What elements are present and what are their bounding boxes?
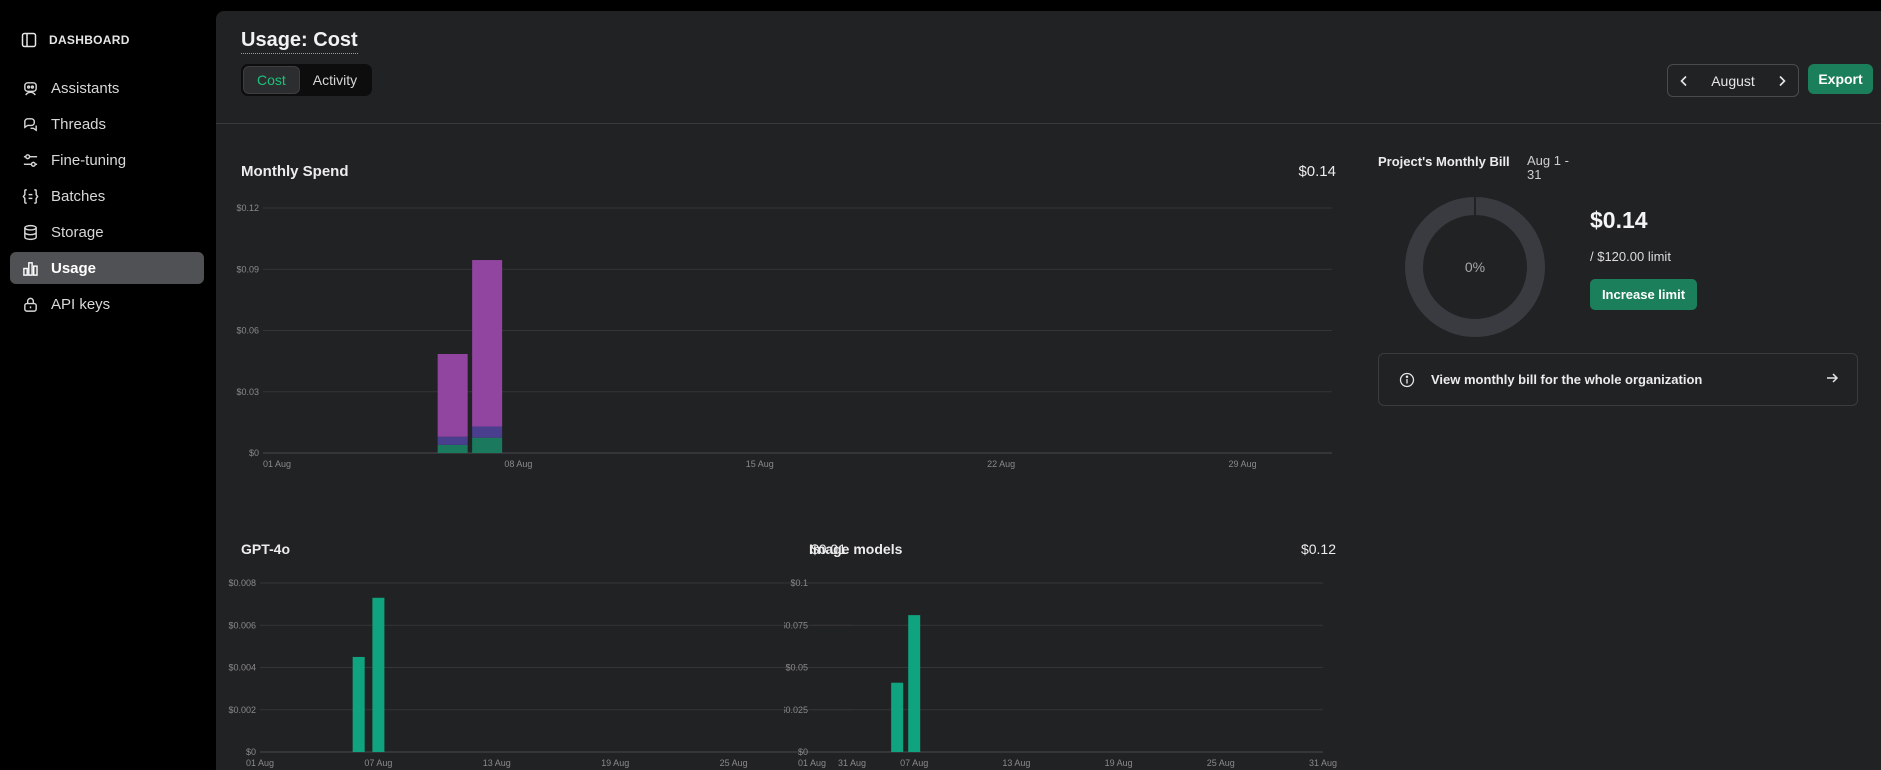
monthly-spend-total: $0.14 xyxy=(1298,163,1336,180)
assistant-icon xyxy=(24,81,37,95)
threads-icon xyxy=(24,117,37,131)
donut-percent: 0% xyxy=(1465,259,1485,275)
x-tick-label: 01 Aug xyxy=(246,758,274,768)
y-tick-label: $0.025 xyxy=(784,705,808,715)
lock-icon xyxy=(24,297,37,312)
bill-amount: $0.14 xyxy=(1590,207,1648,233)
bar-segment xyxy=(437,436,468,445)
y-tick-label: $0.004 xyxy=(228,663,256,673)
month-label: August xyxy=(1711,72,1755,89)
x-tick-label: 13 Aug xyxy=(1002,758,1030,768)
sliders-icon xyxy=(23,153,38,167)
bar xyxy=(372,597,385,752)
y-tick-label: $0 xyxy=(246,747,256,757)
bar-chart-icon xyxy=(23,261,38,276)
y-tick-label: $0.008 xyxy=(228,578,256,588)
sidebar-item-assistants[interactable]: Assistants xyxy=(10,72,204,104)
bar-segment xyxy=(472,260,503,427)
y-tick-label: $0.002 xyxy=(228,705,256,715)
x-tick-label: 13 Aug xyxy=(483,758,511,768)
y-tick-label: $0.05 xyxy=(785,663,808,673)
x-tick-label: 22 Aug xyxy=(987,459,1015,469)
y-tick-label: $0.06 xyxy=(236,326,259,336)
sidebar-panel-icon xyxy=(21,32,37,48)
info-icon xyxy=(1399,372,1415,388)
x-tick-label: 07 Aug xyxy=(364,758,392,768)
bill-limit: / $120.00 limit xyxy=(1590,249,1671,264)
y-tick-label: $0.03 xyxy=(236,387,259,397)
y-tick-label: $0 xyxy=(249,448,259,458)
y-tick-label: $0 xyxy=(798,747,808,757)
bar xyxy=(908,615,921,752)
sidebar-item-label: API keys xyxy=(51,295,111,313)
bar xyxy=(352,656,365,752)
database-icon xyxy=(24,224,37,240)
x-tick-label: 31 Aug xyxy=(1309,758,1337,768)
x-tick-label: 01 Aug xyxy=(798,758,826,768)
export-button[interactable]: Export xyxy=(1808,64,1873,94)
x-tick-label: 15 Aug xyxy=(746,459,774,469)
x-tick-label: 29 Aug xyxy=(1229,459,1257,469)
month-picker: August xyxy=(1667,64,1799,97)
page-title: Usage: Cost xyxy=(241,29,358,54)
monthly-spend-chart: $0 $0.03 $0.06 $0.09 $0.12 01 Aug 08 Aug 15 Aug… xyxy=(236,203,1332,469)
page-header: Usage: Cost Cost Activity August Export xyxy=(216,11,1881,124)
image-models-total: $0.12 xyxy=(1300,541,1336,557)
sidebar-nav: Assistants Threads Fine-tuning Batches S… xyxy=(10,72,204,324)
dashboard-brand[interactable]: DASHBOARD xyxy=(21,32,130,48)
bar-segment xyxy=(437,353,468,437)
org-link-label: View monthly bill for the whole organiza… xyxy=(1431,372,1703,387)
sidebar-item-label: Assistants xyxy=(51,79,120,97)
increase-limit-button[interactable]: Increase limit xyxy=(1590,279,1697,310)
bar-segment xyxy=(472,437,503,453)
bar-segment xyxy=(437,444,468,453)
x-tick-label: 08 Aug xyxy=(504,459,532,469)
sidebar-item-fine-tuning[interactable]: Fine-tuning xyxy=(10,144,204,176)
bill-range: Aug 1 - 31 xyxy=(1527,153,1569,182)
x-tick-label: 07 Aug xyxy=(900,758,928,768)
x-tick-label: 19 Aug xyxy=(1105,758,1133,768)
gpt4o-title: GPT-4o xyxy=(241,541,291,557)
y-tick-label: $0.12 xyxy=(236,203,259,213)
sidebar-item-usage[interactable]: Usage xyxy=(10,252,204,284)
sidebar-item-api-keys[interactable]: API keys xyxy=(10,288,204,320)
tab-cost[interactable]: Cost xyxy=(243,66,300,94)
image-models-title: Image models xyxy=(809,541,903,557)
x-tick-label: 25 Aug xyxy=(1207,758,1235,768)
sidebar-item-storage[interactable]: Storage xyxy=(10,216,204,248)
x-tick-label: 19 Aug xyxy=(601,758,629,768)
y-tick-label: $0.1 xyxy=(790,578,808,588)
arrow-right-icon xyxy=(1825,371,1839,385)
image-models-chart: $0 $0.025 $0.05 $0.075 $0.1 01 Aug 07 Aug 13 Au… xyxy=(784,578,1337,768)
monthly-spend-title: Monthly Spend xyxy=(241,163,349,180)
sidebar: DASHBOARD Assistants Threads Fine-tuning… xyxy=(0,0,216,770)
brand-label: DASHBOARD xyxy=(49,33,130,47)
y-tick-label: $0.006 xyxy=(228,620,256,630)
tab-activity[interactable]: Activity xyxy=(300,66,370,94)
chevron-right-icon[interactable] xyxy=(1774,73,1790,89)
sidebar-item-label: Batches xyxy=(51,187,106,205)
sidebar-item-label: Threads xyxy=(51,115,107,133)
org-bill-link[interactable]: View monthly bill for the whole organiza… xyxy=(1378,353,1858,406)
view-toggle: Cost Activity xyxy=(241,64,373,96)
sidebar-item-label: Fine-tuning xyxy=(51,151,127,169)
sidebar-item-label: Usage xyxy=(51,259,97,277)
sidebar-item-batches[interactable]: Batches xyxy=(10,180,204,212)
batches-icon xyxy=(22,188,39,204)
sidebar-item-label: Storage xyxy=(51,223,104,241)
bill-title: Project's Monthly Bill xyxy=(1378,154,1510,169)
x-tick-label: 01 Aug xyxy=(263,459,291,469)
bar xyxy=(891,682,904,752)
x-tick-label: 25 Aug xyxy=(720,758,748,768)
chevron-left-icon[interactable] xyxy=(1676,73,1692,89)
y-tick-label: $0.09 xyxy=(236,264,259,274)
y-tick-label: $0.075 xyxy=(784,620,808,630)
bar-segment xyxy=(472,426,503,438)
usage-donut: 0% xyxy=(1404,196,1546,343)
sidebar-item-threads[interactable]: Threads xyxy=(10,108,204,140)
gpt4o-chart: $0 $0.002 $0.004 $0.006 $0.008 01 Aug 07 Aug 13… xyxy=(228,578,866,768)
